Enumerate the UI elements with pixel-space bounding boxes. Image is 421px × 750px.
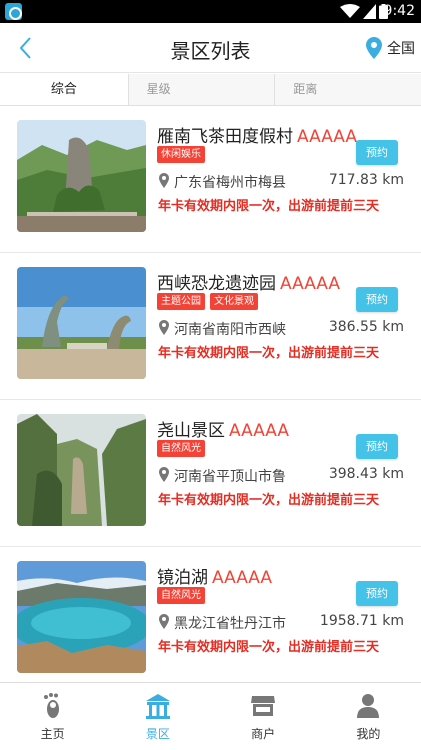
book-button[interactable]: 预约	[356, 434, 398, 459]
scenic-address: 河南省平顶山市鲁	[174, 469, 286, 485]
scenic-tag: 自然风光	[157, 440, 205, 457]
location-selector[interactable]: 全国	[366, 36, 415, 60]
scenic-address: 黑龙江省牡丹江市	[174, 616, 286, 632]
app-notification-icon	[5, 3, 22, 20]
status-bar: 9:42	[0, 0, 421, 23]
scenic-distance: 386.55 km	[328, 319, 404, 335]
scenic-thumbnail	[17, 561, 146, 673]
scenic-title: 镜泊湖	[157, 568, 208, 588]
address-pin-icon	[159, 173, 169, 188]
scenic-grade: AAAAA	[297, 127, 358, 147]
address-pin-icon	[159, 467, 169, 482]
scenic-title: 尧山景区	[157, 421, 225, 441]
wifi-icon	[340, 4, 360, 18]
nav-home[interactable]: 主页	[0, 683, 105, 750]
scenic-tag: 主题公园	[157, 293, 205, 310]
scenic-notice: 年卡有效期内限一次，出游前提前三天	[158, 493, 380, 508]
scenic-list: 雁南飞茶田度假村 AAAAA 休闲娱乐 预约 广东省梅州市梅县 717.83 km…	[0, 106, 421, 682]
scenic-tag: 休闲娱乐	[157, 146, 205, 163]
scenic-notice: 年卡有效期内限一次，出游前提前三天	[158, 640, 380, 655]
nav-merchant[interactable]: 商户	[211, 683, 316, 750]
scenic-tags: 主题公园 文化景观	[157, 293, 263, 310]
scenic-address: 河南省南阳市西峡	[174, 322, 286, 338]
book-button[interactable]: 预约	[356, 140, 398, 165]
scenic-distance: 398.43 km	[328, 466, 404, 482]
navigation-bar: 景区列表 全国	[0, 23, 421, 73]
shop-icon	[251, 696, 276, 716]
nav-scenic[interactable]: 景区	[105, 683, 210, 750]
scenic-tag: 文化景观	[210, 293, 258, 310]
scenic-name: 尧山景区 AAAAA	[157, 416, 289, 441]
scenic-tags: 自然风光	[157, 440, 210, 457]
status-time: 9:42	[383, 3, 415, 19]
scenic-tags: 休闲娱乐	[157, 146, 210, 163]
scenic-distance: 1958.71 km	[319, 613, 404, 629]
scenic-grade: AAAAA	[212, 568, 273, 588]
scenic-title: 西峡恐龙遗迹园	[157, 274, 276, 294]
page-title: 景区列表	[170, 39, 251, 63]
scenic-grade: AAAAA	[229, 421, 290, 441]
scenic-tag: 自然风光	[157, 587, 205, 604]
scenic-gate-icon	[145, 694, 170, 719]
signal-icon	[363, 4, 376, 19]
scenic-thumbnail	[17, 120, 146, 232]
address-pin-icon	[159, 614, 169, 629]
location-pin-icon	[366, 37, 382, 59]
scenic-list-item[interactable]: 尧山景区 AAAAA 自然风光 预约 河南省平顶山市鲁 398.43 km 年卡有…	[0, 400, 421, 547]
nav-mine[interactable]: 我的	[316, 683, 421, 750]
nav-mine-label: 我的	[356, 727, 381, 741]
nav-home-label: 主页	[40, 727, 65, 741]
nav-scenic-label: 景区	[145, 727, 170, 741]
scenic-distance: 717.83 km	[328, 172, 404, 188]
footprint-icon	[43, 693, 59, 718]
scenic-name: 雁南飞茶田度假村 AAAAA	[157, 122, 357, 147]
scenic-name: 镜泊湖 AAAAA	[157, 563, 272, 588]
book-button[interactable]: 预约	[356, 287, 398, 312]
scenic-thumbnail	[17, 414, 146, 526]
scenic-list-item[interactable]: 雁南飞茶田度假村 AAAAA 休闲娱乐 预约 广东省梅州市梅县 717.83 km…	[0, 106, 421, 253]
scenic-grade: AAAAA	[280, 274, 341, 294]
scenic-notice: 年卡有效期内限一次，出游前提前三天	[158, 199, 380, 214]
scenic-list-item[interactable]: 镜泊湖 AAAAA 自然风光 预约 黑龙江省牡丹江市 1958.71 km 年卡有…	[0, 547, 421, 682]
book-button[interactable]: 预约	[356, 581, 398, 606]
scenic-tags: 自然风光	[157, 587, 210, 604]
scenic-notice: 年卡有效期内限一次，出游前提前三天	[158, 346, 380, 361]
nav-merchant-label: 商户	[251, 727, 276, 741]
sort-tabs: 综合 星级 距离	[0, 74, 421, 106]
tab-star-rating[interactable]: 星级	[128, 74, 276, 105]
scenic-thumbnail	[17, 267, 146, 379]
address-pin-icon	[159, 320, 169, 335]
scenic-address: 广东省梅州市梅县	[174, 175, 286, 191]
scenic-title: 雁南飞茶田度假村	[157, 127, 293, 147]
bottom-navigation: 主页 景区 商户 我的	[0, 682, 421, 750]
tab-comprehensive[interactable]: 综合	[0, 74, 129, 105]
location-label: 全国	[387, 41, 415, 57]
tab-distance[interactable]: 距离	[275, 74, 421, 105]
scenic-list-item[interactable]: 西峡恐龙遗迹园 AAAAA 主题公园 文化景观 预约 河南省南阳市西峡 386.5…	[0, 253, 421, 400]
person-icon	[357, 694, 380, 718]
scenic-name: 西峡恐龙遗迹园 AAAAA	[157, 269, 340, 294]
